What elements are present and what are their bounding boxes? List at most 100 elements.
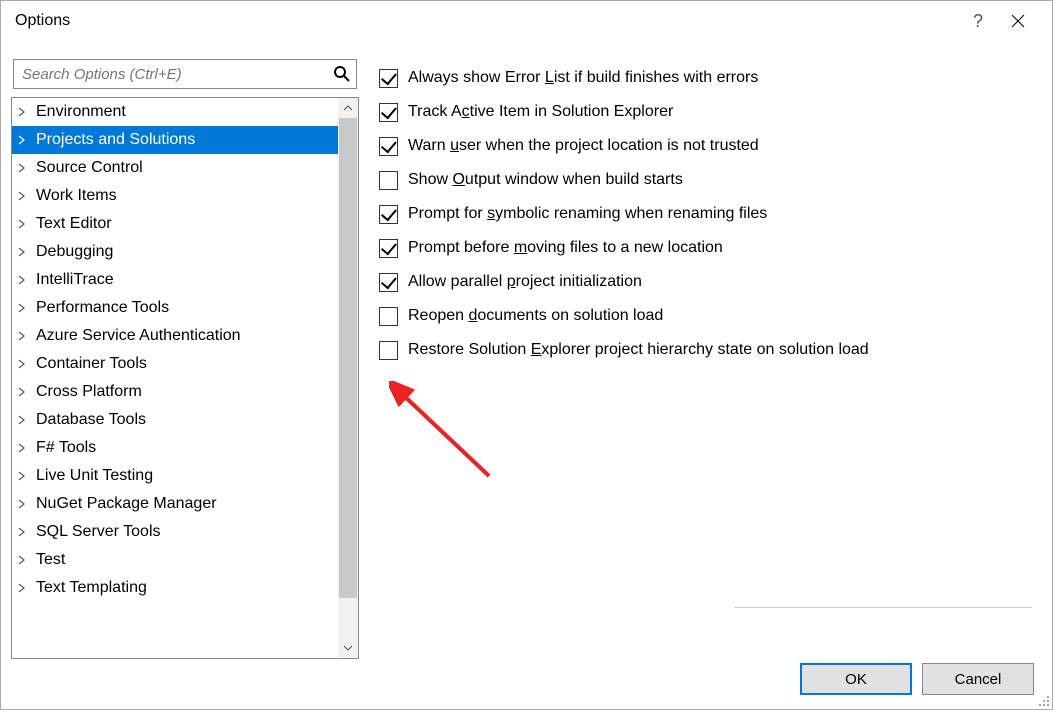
ok-button[interactable]: OK — [800, 663, 912, 695]
checkbox[interactable] — [379, 137, 398, 156]
tree-item-environment[interactable]: Environment — [12, 98, 338, 126]
scroll-up-icon[interactable] — [338, 98, 358, 118]
chevron-right-icon — [18, 135, 28, 145]
checkbox[interactable] — [379, 103, 398, 122]
search-icon[interactable] — [328, 66, 356, 82]
option-row: Prompt for symbolic renaming when renami… — [379, 197, 1032, 231]
tree-item-label: F# Tools — [36, 439, 96, 457]
chevron-right-icon — [18, 555, 28, 565]
footer-separator — [734, 607, 1032, 659]
tree-item-label: Work Items — [36, 187, 117, 205]
tree-item-label: IntelliTrace — [36, 271, 114, 289]
chevron-right-icon — [18, 107, 28, 117]
option-label[interactable]: Allow parallel project initialization — [408, 273, 642, 291]
checkbox[interactable] — [379, 171, 398, 190]
option-row: Reopen documents on solution load — [379, 299, 1032, 333]
option-row: Always show Error List if build finishes… — [379, 61, 1032, 95]
tree-item-live-unit-testing[interactable]: Live Unit Testing — [12, 462, 338, 490]
tree-item-label: Live Unit Testing — [36, 467, 153, 485]
window-title: Options — [15, 12, 958, 30]
option-label[interactable]: Prompt for symbolic renaming when renami… — [408, 205, 767, 223]
option-label[interactable]: Show Output window when build starts — [408, 171, 683, 189]
chevron-right-icon — [18, 303, 28, 313]
option-row: Prompt before moving files to a new loca… — [379, 231, 1032, 265]
tree-item-cross-platform[interactable]: Cross Platform — [12, 378, 338, 406]
annotation-arrow-icon — [389, 381, 509, 496]
tree-item-source-control[interactable]: Source Control — [12, 154, 338, 182]
chevron-right-icon — [18, 247, 28, 257]
checkbox[interactable] — [379, 69, 398, 88]
search-input[interactable] — [14, 66, 328, 83]
close-icon[interactable] — [998, 1, 1038, 41]
tree-item-label: Debugging — [36, 243, 113, 261]
tree-item-nuget-package-manager[interactable]: NuGet Package Manager — [12, 490, 338, 518]
chevron-right-icon — [18, 471, 28, 481]
chevron-right-icon — [18, 331, 28, 341]
chevron-right-icon — [18, 219, 28, 229]
tree-item-label: Text Templating — [36, 579, 147, 597]
scroll-down-icon[interactable] — [338, 638, 358, 658]
options-panel: Always show Error List if build finishes… — [359, 41, 1042, 659]
option-label[interactable]: Reopen documents on solution load — [408, 307, 663, 325]
tree-item-debugging[interactable]: Debugging — [12, 238, 338, 266]
scroll-thumb[interactable] — [339, 118, 357, 598]
chevron-right-icon — [18, 415, 28, 425]
tree-item-performance-tools[interactable]: Performance Tools — [12, 294, 338, 322]
option-label[interactable]: Warn user when the project location is n… — [408, 137, 759, 155]
checkbox[interactable] — [379, 239, 398, 258]
cancel-button[interactable]: Cancel — [922, 663, 1034, 695]
tree-item-label: Environment — [36, 103, 126, 121]
tree-item-text-editor[interactable]: Text Editor — [12, 210, 338, 238]
tree-item-text-templating[interactable]: Text Templating — [12, 574, 338, 602]
tree-item-label: Azure Service Authentication — [36, 327, 241, 345]
title-bar: Options ? — [1, 1, 1052, 41]
option-row: Track Active Item in Solution Explorer — [379, 95, 1032, 129]
chevron-right-icon — [18, 359, 28, 369]
tree-item-label: Projects and Solutions — [36, 131, 195, 149]
tree-item-database-tools[interactable]: Database Tools — [12, 406, 338, 434]
tree-item-container-tools[interactable]: Container Tools — [12, 350, 338, 378]
tree-item-label: NuGet Package Manager — [36, 495, 217, 513]
chevron-right-icon — [18, 275, 28, 285]
search-box[interactable] — [13, 59, 357, 89]
tree-item-label: Cross Platform — [36, 383, 142, 401]
checkbox[interactable] — [379, 307, 398, 326]
option-row: Warn user when the project location is n… — [379, 129, 1032, 163]
tree-item-f-tools[interactable]: F# Tools — [12, 434, 338, 462]
tree-scrollbar[interactable] — [338, 98, 358, 658]
option-label[interactable]: Prompt before moving files to a new loca… — [408, 239, 723, 257]
chevron-right-icon — [18, 387, 28, 397]
option-row: Restore Solution Explorer project hierar… — [379, 333, 1032, 367]
tree-item-label: Database Tools — [36, 411, 146, 429]
tree-item-label: Container Tools — [36, 355, 147, 373]
tree-item-work-items[interactable]: Work Items — [12, 182, 338, 210]
checkbox[interactable] — [379, 273, 398, 292]
chevron-right-icon — [18, 191, 28, 201]
help-icon[interactable]: ? — [958, 1, 998, 41]
category-tree[interactable]: Environment Projects and Solutions Source … — [11, 97, 359, 659]
left-pane: Environment Projects and Solutions Source … — [11, 41, 359, 659]
tree-item-label: Text Editor — [36, 215, 112, 233]
tree-item-azure-service-authentication[interactable]: Azure Service Authentication — [12, 322, 338, 350]
chevron-right-icon — [18, 443, 28, 453]
tree-item-test[interactable]: Test — [12, 546, 338, 574]
option-label[interactable]: Always show Error List if build finishes… — [408, 69, 758, 87]
option-row: Show Output window when build starts — [379, 163, 1032, 197]
resize-grip-icon[interactable] — [1036, 693, 1050, 707]
chevron-right-icon — [18, 163, 28, 173]
option-label[interactable]: Restore Solution Explorer project hierar… — [408, 341, 869, 359]
tree-item-label: Test — [36, 551, 65, 569]
tree-item-intellitrace[interactable]: IntelliTrace — [12, 266, 338, 294]
checkbox[interactable] — [379, 341, 398, 360]
tree-item-sql-server-tools[interactable]: SQL Server Tools — [12, 518, 338, 546]
chevron-right-icon — [18, 583, 28, 593]
tree-item-projects-and-solutions[interactable]: Projects and Solutions — [12, 126, 338, 154]
tree-item-label: SQL Server Tools — [36, 523, 161, 541]
tree-item-label: Source Control — [36, 159, 143, 177]
tree-item-label: Performance Tools — [36, 299, 169, 317]
option-row: Allow parallel project initialization — [379, 265, 1032, 299]
option-label[interactable]: Track Active Item in Solution Explorer — [408, 103, 673, 121]
chevron-right-icon — [18, 527, 28, 537]
checkbox[interactable] — [379, 205, 398, 224]
chevron-right-icon — [18, 499, 28, 509]
